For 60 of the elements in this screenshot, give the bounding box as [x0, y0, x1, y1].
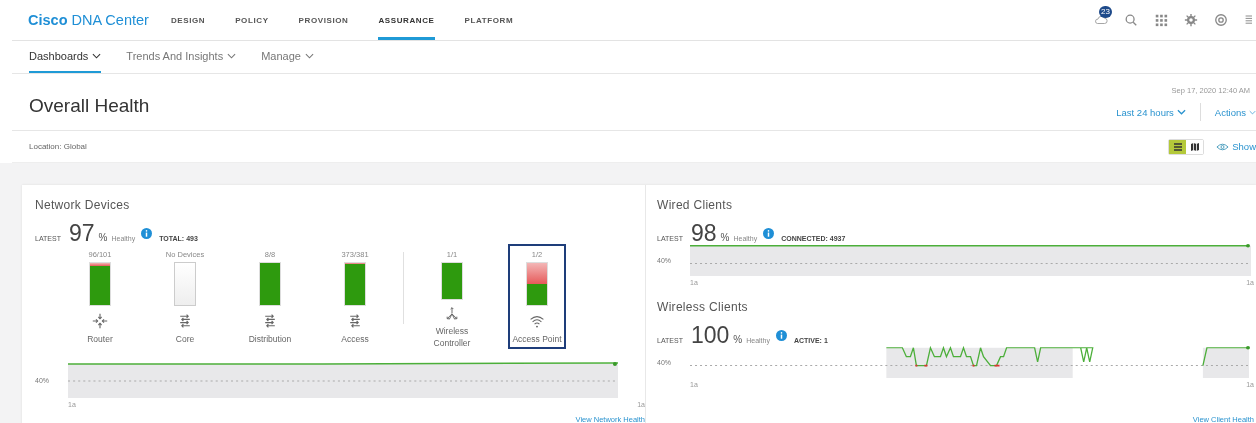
apps-grid-icon[interactable] [1154, 13, 1168, 27]
nav-tab[interactable]: PLATFORM [464, 0, 514, 40]
device-label: Core [175, 333, 195, 345]
device-label: Distribution [248, 333, 292, 345]
info-icon[interactable] [775, 329, 787, 341]
percent-sign: % [720, 232, 730, 243]
chevron-down-icon [1176, 109, 1186, 115]
page-title: Overall Health [29, 95, 150, 118]
subnav-tab[interactable]: Trends And Insights [126, 41, 237, 73]
health-bar [441, 262, 463, 301]
chevron-down-icon [1249, 109, 1256, 115]
chevron-down-icon [227, 53, 237, 59]
health-bar [89, 262, 111, 306]
health-score: 97 [68, 222, 95, 244]
menu-icon[interactable] [1244, 13, 1252, 27]
list-view-button[interactable] [1169, 139, 1187, 154]
health-bar [259, 262, 281, 306]
info-icon[interactable] [141, 227, 153, 239]
cloud-icon[interactable] [1094, 13, 1108, 27]
health-score: 98 [690, 222, 717, 244]
switch-icon [177, 313, 193, 329]
info-icon[interactable] [763, 227, 775, 239]
settings-icon[interactable] [1184, 13, 1198, 27]
actions-dropdown[interactable]: Actions [1214, 106, 1256, 118]
nav-tab[interactable]: POLICY [235, 0, 269, 40]
switch-icon [262, 313, 278, 329]
chevron-down-icon [304, 53, 314, 59]
show-button[interactable]: Show [1216, 141, 1256, 152]
location-label: Location: Global [29, 142, 87, 151]
subnav-tab[interactable]: Dashboards [29, 41, 102, 73]
time-range-dropdown[interactable]: Last 24 hours [1116, 106, 1186, 118]
health-bar [174, 262, 196, 306]
health-bar [526, 262, 548, 306]
percent-sign: % [98, 232, 108, 243]
health-bar [344, 262, 366, 306]
search-icon[interactable] [1124, 13, 1138, 27]
switch-icon [347, 313, 363, 329]
chevron-down-icon [92, 53, 102, 59]
device-label: Access [341, 333, 369, 345]
brand-logo[interactable]: Cisco DNA Center [28, 12, 149, 28]
device-label: Wireless Controller [432, 325, 472, 349]
router-icon [92, 313, 108, 329]
nav-tab[interactable]: DESIGN [170, 0, 206, 40]
percent-sign: % [733, 334, 743, 345]
notification-badge: 23 [1099, 6, 1112, 18]
card-title: Network Devices [35, 198, 131, 212]
list-icon [1172, 141, 1183, 152]
nav-tab[interactable]: PROVISION [298, 0, 349, 40]
map-icon [1189, 141, 1200, 152]
subnav-tab[interactable]: Manage [261, 41, 314, 73]
nav-tab[interactable]: ASSURANCE [378, 0, 435, 40]
controller-icon [444, 307, 460, 321]
eye-icon [1216, 142, 1230, 151]
help-icon[interactable] [1214, 13, 1228, 27]
card-title: Wireless Clients [657, 300, 749, 314]
device-label: Router [87, 333, 113, 345]
card-title: Wired Clients [657, 198, 734, 212]
device-label: Access Point [512, 333, 562, 345]
health-score: 100 [690, 324, 730, 346]
wifi-icon [529, 313, 545, 329]
